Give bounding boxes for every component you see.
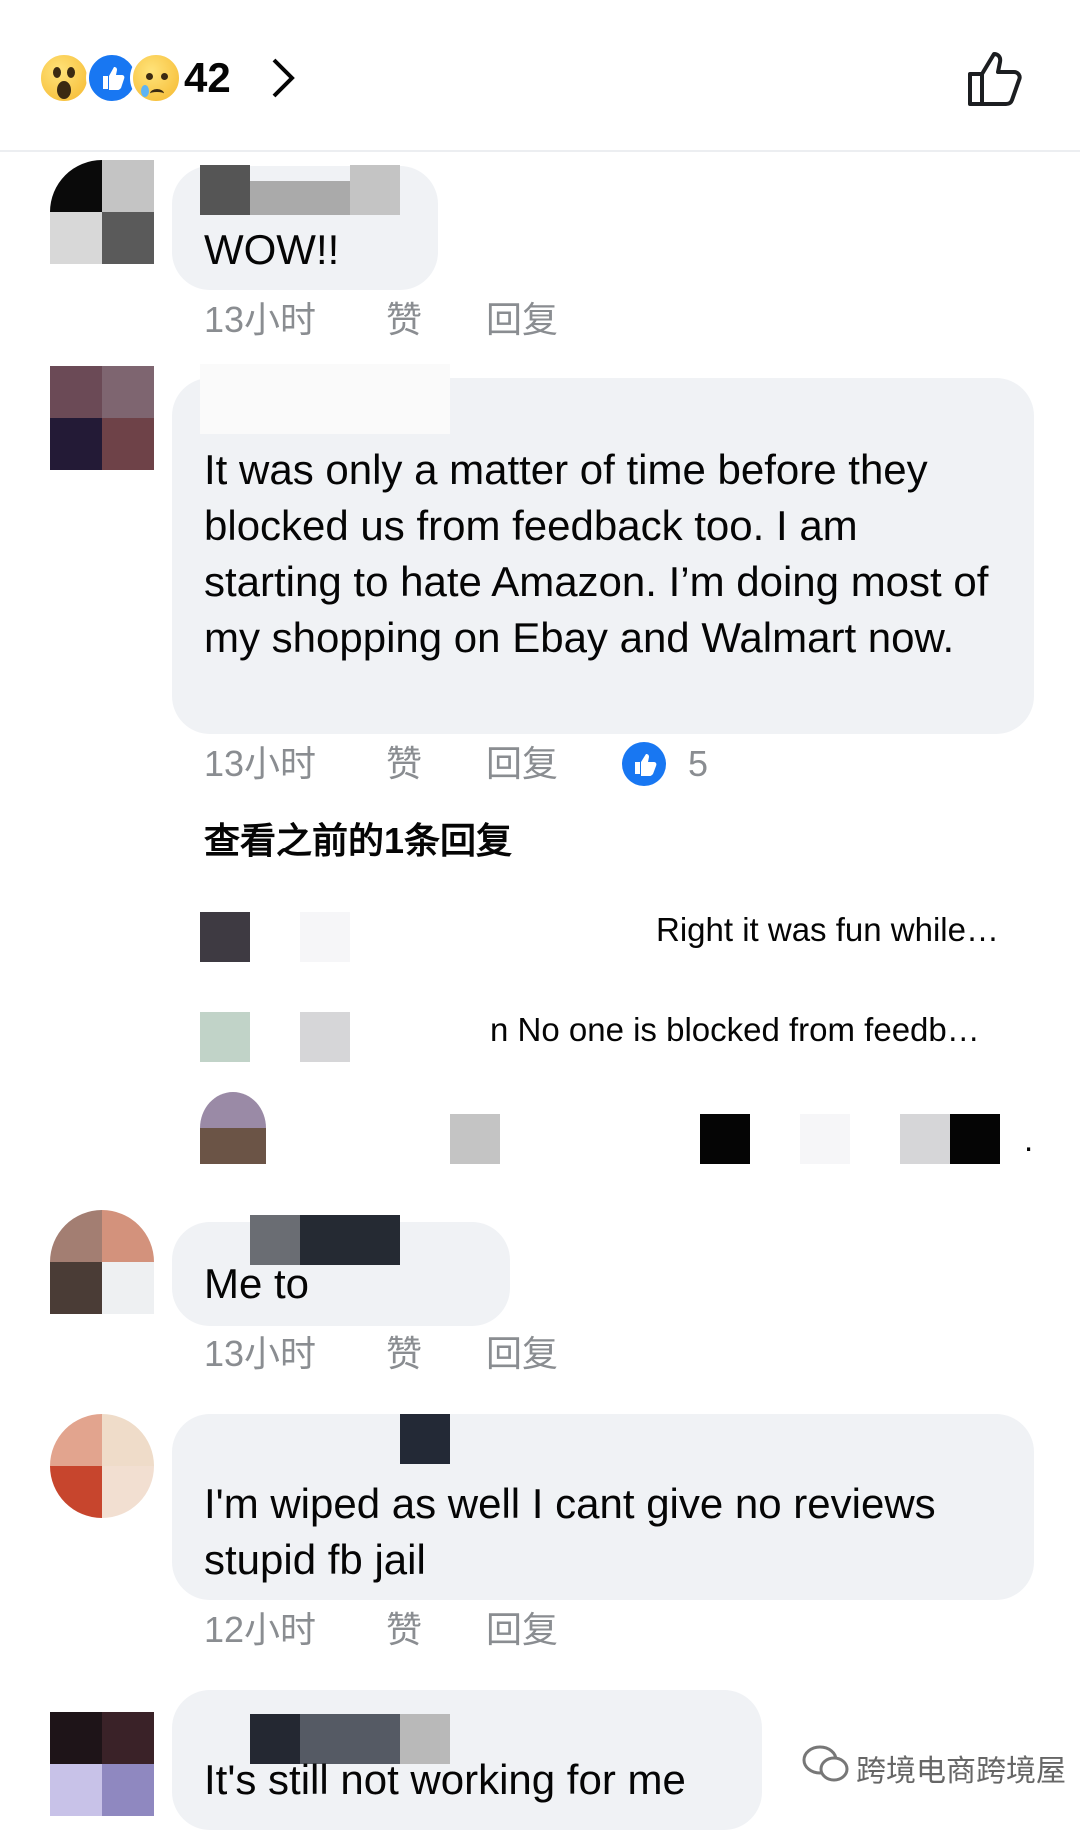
- avatar[interactable]: [50, 1210, 154, 1314]
- reply-avatar[interactable]: [200, 1092, 266, 1164]
- reply-avatar[interactable]: [200, 1012, 250, 1062]
- reaction-bar[interactable]: 42: [0, 0, 1080, 152]
- censored-name: [700, 1114, 750, 1164]
- like-link[interactable]: 赞: [386, 742, 422, 786]
- wechat-icon: [802, 1744, 850, 1784]
- censored-name: [900, 1114, 950, 1164]
- avatar[interactable]: [50, 366, 154, 470]
- watermark-text: 跨境电商跨境屋: [856, 1755, 1066, 1788]
- reply-link[interactable]: 回复: [486, 298, 558, 342]
- reply-link[interactable]: 回复: [486, 742, 558, 786]
- view-previous-replies[interactable]: 查看之前的1条回复: [204, 812, 512, 864]
- avatar[interactable]: [50, 160, 154, 264]
- like-link[interactable]: 赞: [386, 1332, 422, 1376]
- reaction-count[interactable]: 42: [184, 52, 231, 104]
- sad-reaction-icon: [130, 52, 182, 104]
- censored-name: [300, 912, 350, 962]
- avatar[interactable]: [50, 1414, 154, 1518]
- avatar[interactable]: [50, 1712, 154, 1816]
- comment-text: I'm wiped as well I cant give no reviews…: [204, 1480, 936, 1583]
- wow-reaction-icon: [38, 52, 90, 104]
- comment-text: It was only a matter of time before they…: [204, 446, 989, 661]
- comment-text: Me to: [204, 1260, 310, 1307]
- censored-name: [200, 165, 400, 215]
- reply-preview[interactable]: Right it was fun while…: [656, 908, 999, 952]
- chevron-right-icon[interactable]: [262, 52, 302, 104]
- comment-time: 13小时: [204, 1333, 317, 1374]
- like-link[interactable]: 赞: [386, 298, 422, 342]
- censored-name: [400, 1414, 450, 1464]
- censored-name: [200, 364, 450, 434]
- censored-name: [950, 1114, 1000, 1164]
- like-link[interactable]: 赞: [386, 1608, 422, 1652]
- censored-name: [300, 1012, 350, 1062]
- reply-link[interactable]: 回复: [486, 1608, 558, 1652]
- like-button-icon[interactable]: [964, 48, 1024, 110]
- comment-time: 12小时: [204, 1609, 317, 1650]
- reply-avatar[interactable]: [200, 912, 250, 962]
- comment-text: WOW!!: [204, 226, 340, 273]
- reply-preview[interactable]: n No one is blocked from feedb…: [490, 1008, 980, 1052]
- comment-time: 13小时: [204, 299, 317, 340]
- comment-time: 13小时: [204, 743, 317, 784]
- like-count: 5: [688, 743, 709, 784]
- like-badge-icon: [622, 742, 666, 786]
- reply-link[interactable]: 回复: [486, 1332, 558, 1376]
- reply-preview[interactable]: .: [1024, 1118, 1033, 1162]
- censored-name: [450, 1114, 500, 1164]
- censored-name: [800, 1114, 850, 1164]
- comment-text: It's still not working for me: [204, 1756, 686, 1803]
